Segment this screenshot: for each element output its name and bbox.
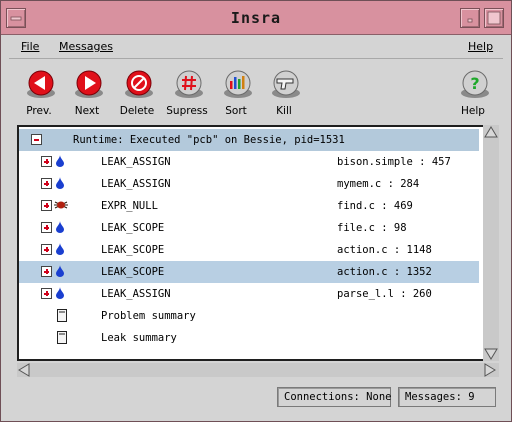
scroll-right-icon[interactable] <box>483 363 497 377</box>
leak-summary-row[interactable]: Leak summary <box>19 327 479 349</box>
message-location: file.c : 98 <box>337 222 407 234</box>
document-icon <box>57 331 67 344</box>
horizontal-scrollbar[interactable] <box>17 363 499 377</box>
menu-bar: File Messages Help <box>9 35 503 59</box>
leak-drop-icon <box>56 265 64 277</box>
insra-window: Insra File Messages Help Prev. Next Dele… <box>0 0 512 422</box>
leak-drop-icon <box>56 221 64 233</box>
expand-toggle-icon[interactable] <box>41 178 52 189</box>
next-button[interactable]: Next <box>62 67 112 117</box>
bars-sort-icon <box>224 70 252 98</box>
expand-toggle-icon[interactable] <box>41 156 52 167</box>
maximize-icon <box>487 11 501 25</box>
leak-drop-icon <box>56 155 64 167</box>
summary-label: Problem summary <box>101 310 196 322</box>
message-name: LEAK_ASSIGN <box>101 178 171 190</box>
runtime-header-text: Runtime: Executed "pcb" on Bessie, pid=1… <box>73 134 345 146</box>
message-name: LEAK_SCOPE <box>101 222 165 234</box>
menu-help-label: Help <box>468 40 494 53</box>
connections-status: Connections: None <box>277 387 391 407</box>
collapse-toggle-icon[interactable] <box>31 134 42 145</box>
message-name: LEAK_SCOPE <box>101 244 165 256</box>
menu-messages-label: Messages <box>59 40 113 53</box>
expand-toggle-icon[interactable] <box>41 266 52 277</box>
leak-drop-icon <box>56 177 64 189</box>
problem-summary-row[interactable]: Problem summary <box>19 305 479 327</box>
message-row[interactable]: LEAK_ASSIGN parse_l.l : 260 <box>19 283 479 305</box>
message-row[interactable]: LEAK_ASSIGN mymem.c : 284 <box>19 173 479 195</box>
scroll-down-icon[interactable] <box>483 347 499 361</box>
kill-button[interactable]: Kill <box>259 67 309 117</box>
message-name: LEAK_ASSIGN <box>101 288 171 300</box>
help-button[interactable]: ? Help <box>448 67 498 117</box>
message-name: EXPR_NULL <box>101 200 158 212</box>
toolbar: Prev. Next Delete Supress Sort Kill ? He… <box>9 61 503 119</box>
scroll-left-icon[interactable] <box>17 363 31 377</box>
help-label: Help <box>461 105 485 117</box>
message-name: LEAK_ASSIGN <box>101 156 171 168</box>
scroll-up-icon[interactable] <box>483 125 499 139</box>
window-title: Insra <box>230 9 282 27</box>
message-row[interactable]: EXPR_NULL find.c : 469 <box>19 195 479 217</box>
message-location: action.c : 1352 <box>337 266 432 278</box>
expand-toggle-icon[interactable] <box>41 244 52 255</box>
message-name: LEAK_SCOPE <box>101 266 165 278</box>
minimize-button[interactable] <box>460 8 480 28</box>
message-row[interactable]: LEAK_SCOPE file.c : 98 <box>19 217 479 239</box>
hash-icon <box>175 70 203 98</box>
message-row[interactable]: LEAK_SCOPE action.c : 1148 <box>19 239 479 261</box>
gun-icon <box>272 70 300 98</box>
svg-text:?: ? <box>470 74 479 93</box>
expand-toggle-icon[interactable] <box>41 288 52 299</box>
vertical-scrollbar[interactable] <box>483 125 499 361</box>
title-bar[interactable]: Insra <box>1 1 511 35</box>
runtime-header-row[interactable]: Runtime: Executed "pcb" on Bessie, pid=1… <box>19 129 479 151</box>
message-location: mymem.c : 284 <box>337 178 420 190</box>
bug-icon <box>54 201 68 209</box>
messages-count-status: Messages: 9 <box>398 387 496 407</box>
menu-file-label: File <box>21 40 40 53</box>
prev-arrow-icon <box>27 70 55 98</box>
no-entry-icon <box>125 70 153 98</box>
expand-toggle-icon[interactable] <box>41 222 52 233</box>
leak-drop-icon <box>56 243 64 255</box>
message-row-selected[interactable]: LEAK_SCOPE action.c : 1352 <box>19 261 479 283</box>
message-location: action.c : 1148 <box>337 244 432 256</box>
kill-label: Kill <box>276 105 292 117</box>
message-row[interactable]: LEAK_ASSIGN bison.simple : 457 <box>19 151 479 173</box>
maximize-button[interactable] <box>484 8 504 28</box>
summary-label: Leak summary <box>101 332 177 344</box>
document-icon <box>57 309 67 322</box>
next-arrow-icon <box>75 70 103 98</box>
message-tree[interactable]: Runtime: Executed "pcb" on Bessie, pid=1… <box>17 125 499 361</box>
minimize-icon <box>467 18 473 23</box>
menu-messages[interactable]: Messages <box>59 40 113 53</box>
message-location: find.c : 469 <box>337 200 413 212</box>
expand-toggle-icon[interactable] <box>41 200 52 211</box>
menu-file[interactable]: File <box>21 40 39 53</box>
leak-drop-icon <box>56 287 64 299</box>
menu-help[interactable]: Help <box>468 40 493 53</box>
question-icon: ? <box>461 70 489 98</box>
message-location: bison.simple : 457 <box>337 156 451 168</box>
message-location: parse_l.l : 260 <box>337 288 432 300</box>
delete-button[interactable]: Delete <box>112 67 162 117</box>
